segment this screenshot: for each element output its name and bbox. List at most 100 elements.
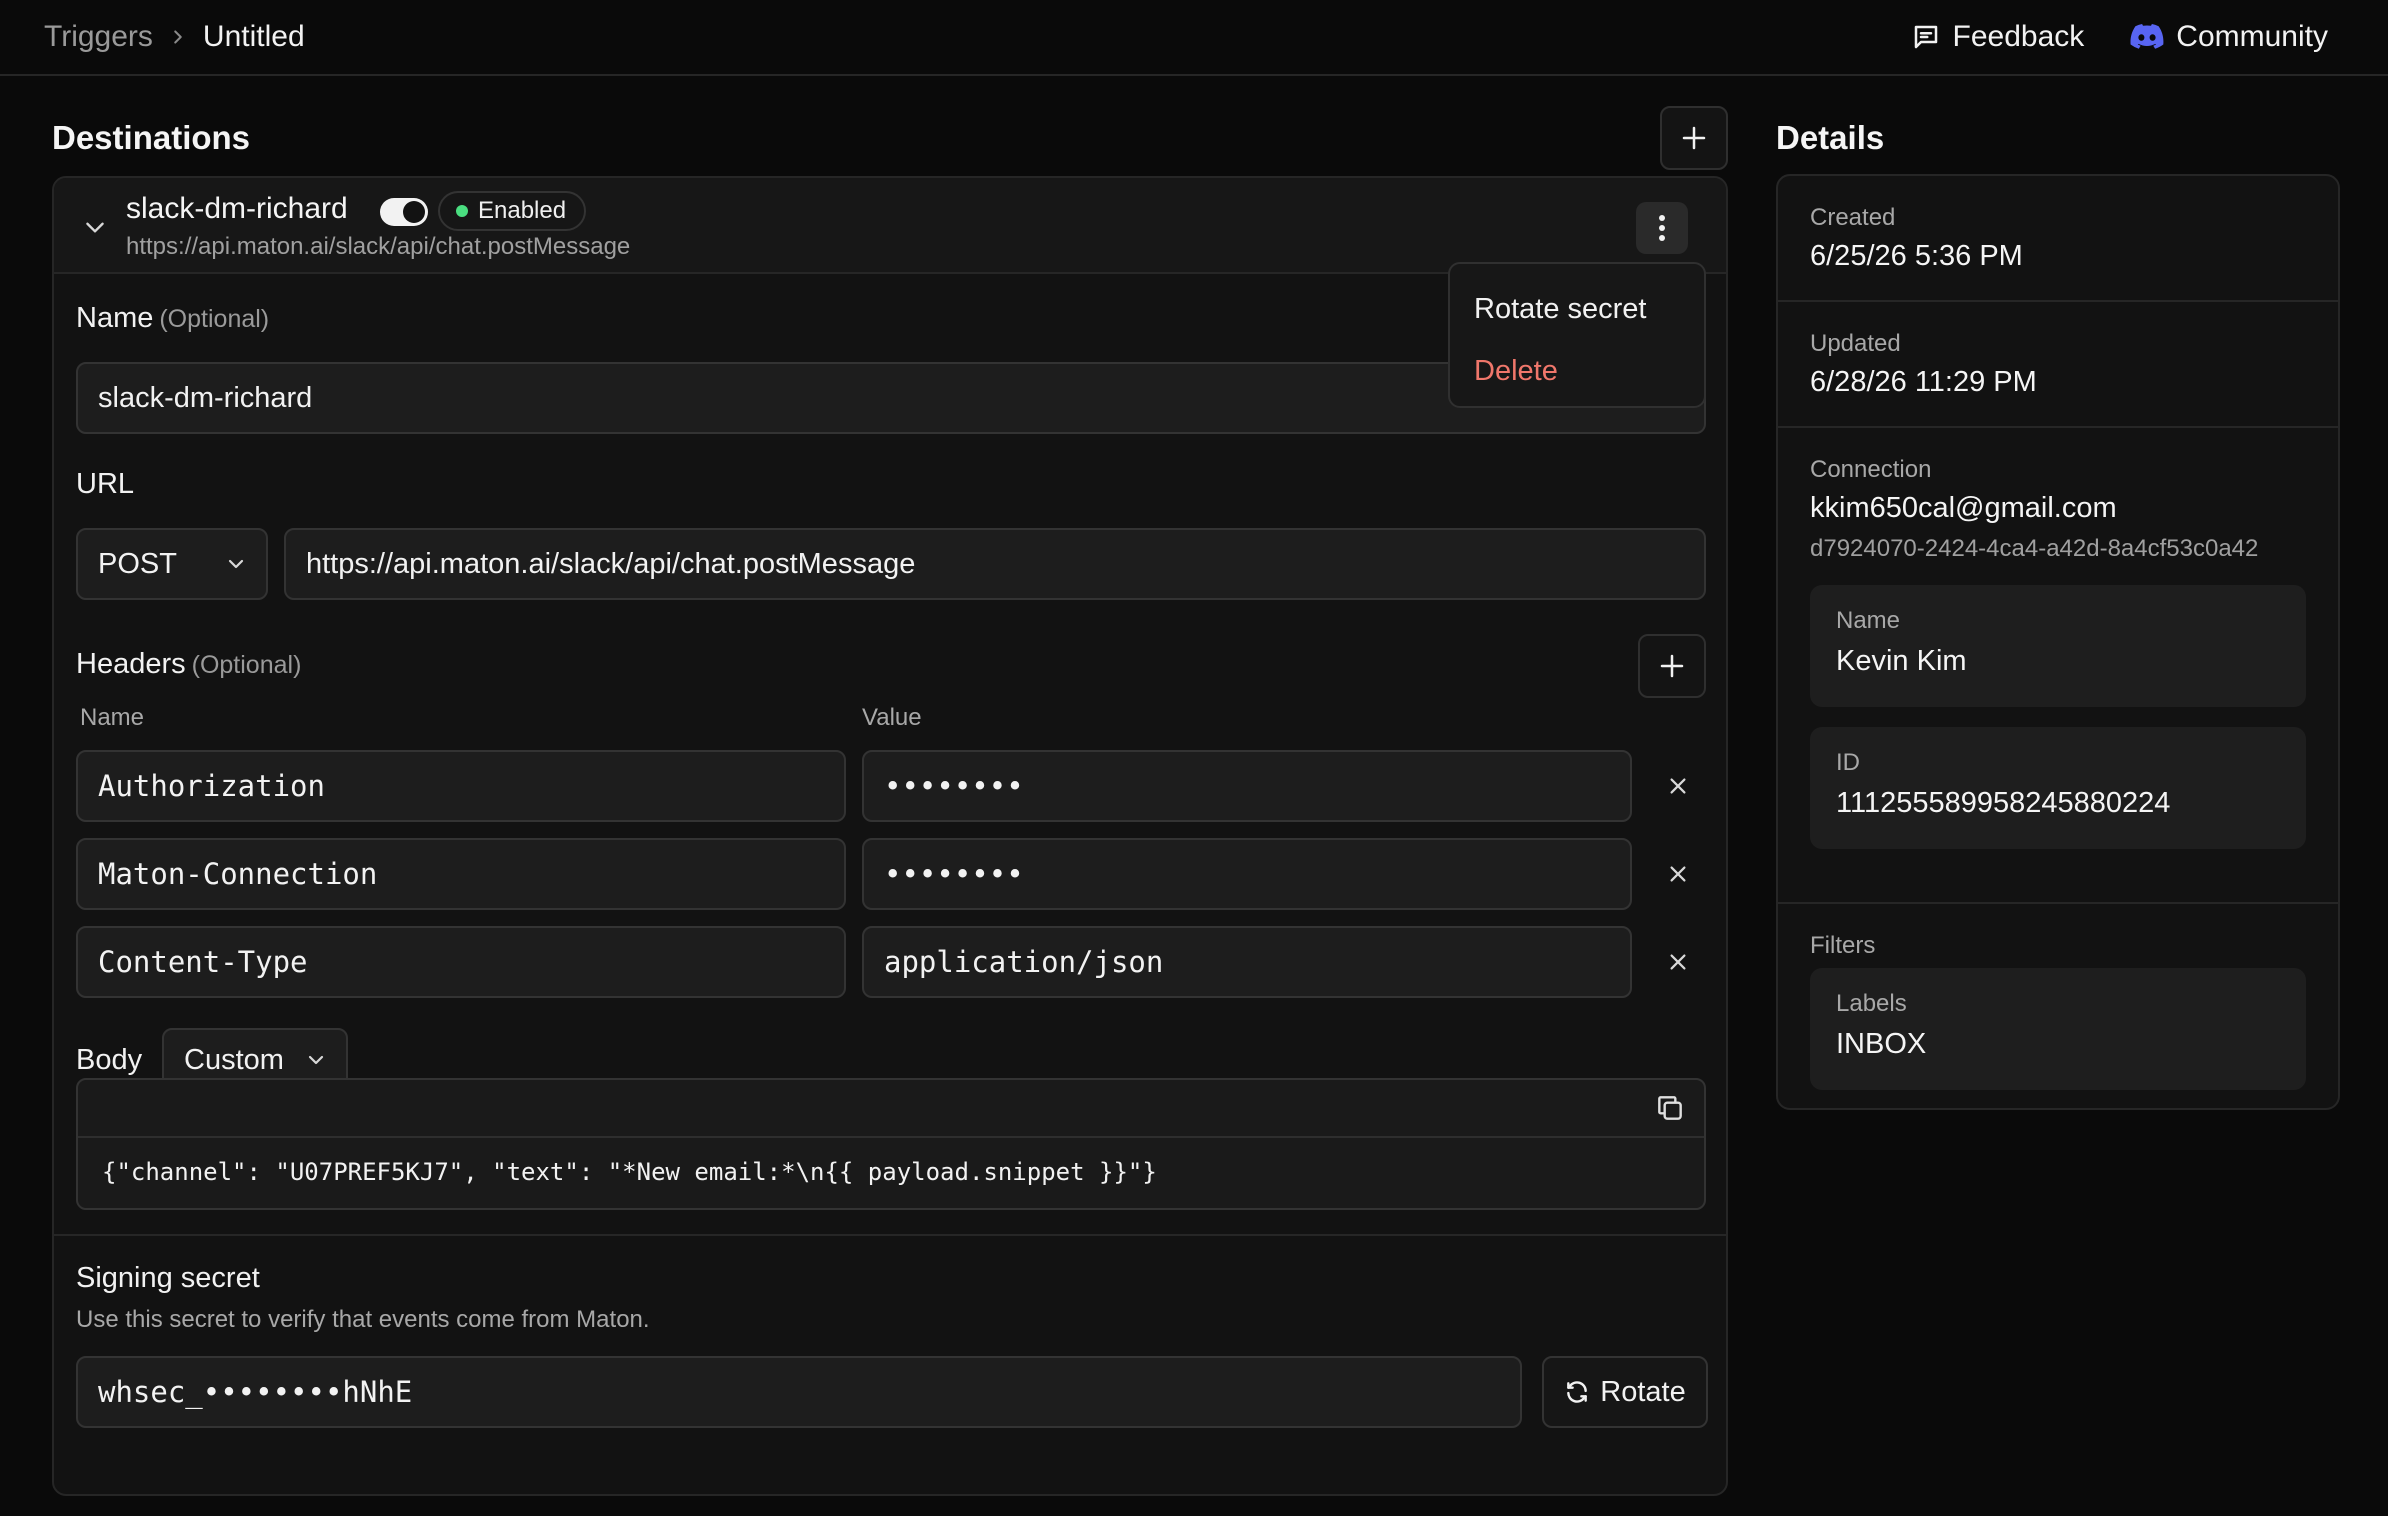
rotate-secret-menu-item[interactable]: Rotate secret — [1450, 278, 1704, 340]
close-icon — [1670, 778, 1686, 794]
method-select[interactable]: POST — [76, 528, 268, 600]
copy-icon[interactable] — [1654, 1092, 1686, 1124]
destination-menu: Rotate secret Delete — [1448, 262, 1706, 408]
signing-secret-section: Signing secret Use this secret to verify… — [54, 1234, 1726, 1496]
top-actions: Feedback Community — [1911, 20, 2328, 54]
status-dot-icon — [456, 205, 468, 217]
filters-section: Filters Labels INBOX — [1778, 904, 2338, 1104]
labels-label: Labels — [1836, 990, 1907, 1017]
enabled-toggle[interactable] — [380, 198, 428, 226]
rotate-label: Rotate — [1600, 1375, 1686, 1408]
status-badge: Enabled — [438, 191, 587, 231]
header-name-value: Content-Type — [98, 945, 308, 979]
community-link[interactable]: Community — [2130, 20, 2328, 54]
name-label-text: Name — [76, 302, 154, 334]
updated-value: 6/28/26 11:29 PM — [1810, 366, 2037, 398]
headers-label-text: Headers — [76, 648, 186, 680]
signing-secret-title: Signing secret — [76, 1262, 260, 1294]
plus-icon — [1660, 654, 1684, 678]
details-card: Created 6/25/26 5:36 PM Updated 6/28/26 … — [1776, 174, 2340, 1110]
header-value-value: application/json — [884, 945, 1164, 979]
body-code-text: {"channel": "U07PREF5KJ7", "text": "*New… — [102, 1158, 1157, 1186]
headers-label: Headers (Optional) — [76, 648, 301, 681]
connection-name-box: Name Kevin Kim — [1810, 585, 2306, 707]
chevron-down-icon — [228, 559, 244, 569]
name-label: Name (Optional) — [76, 302, 269, 335]
header-name-input[interactable]: Maton-Connection — [76, 838, 846, 910]
created-label: Created — [1810, 204, 1896, 231]
signing-secret-description: Use this secret to verify that events co… — [76, 1306, 650, 1333]
remove-header-button[interactable] — [1658, 942, 1698, 982]
close-icon — [1670, 866, 1686, 882]
updated-section: Updated 6/28/26 11:29 PM — [1778, 302, 2338, 428]
plus-icon — [1682, 126, 1706, 150]
connection-id-label: ID — [1836, 749, 1860, 776]
header-name-column: Name — [80, 704, 145, 731]
connection-name-label: Name — [1836, 607, 1901, 634]
refresh-icon — [1567, 1381, 1588, 1403]
feedback-label: Feedback — [1952, 20, 2085, 53]
close-icon — [1670, 954, 1686, 970]
destination-url: https://api.maton.ai/slack/api/chat.post… — [126, 233, 631, 260]
headers-optional: (Optional) — [191, 651, 302, 679]
created-value: 6/25/26 5:36 PM — [1810, 240, 2023, 272]
body-code-editor[interactable]: {"channel": "U07PREF5KJ7", "text": "*New… — [76, 1078, 1706, 1210]
signing-secret-input[interactable]: whsec_••••••••hNhE — [76, 1356, 1522, 1428]
created-section: Created 6/25/26 5:36 PM — [1778, 176, 2338, 302]
add-header-button[interactable] — [1638, 634, 1706, 698]
details-title: Details — [1776, 119, 1885, 156]
header-value-input[interactable]: application/json — [862, 926, 1632, 998]
breadcrumb: Triggers Untitled — [44, 20, 305, 54]
body-label: Body — [76, 1044, 143, 1076]
destination-card: slack-dm-richard Enabled https://api.mat… — [52, 176, 1728, 1496]
url-label: URL — [76, 468, 135, 500]
header-value-input[interactable]: •••••••• — [862, 838, 1632, 910]
url-input-value: https://api.maton.ai/slack/api/chat.post… — [306, 547, 916, 580]
message-square-icon — [1914, 25, 1937, 49]
details-panel: Details Created 6/25/26 5:36 PM Updated … — [1776, 76, 2340, 1516]
more-vertical-icon — [1659, 215, 1665, 241]
header-value-input[interactable]: •••••••• — [862, 750, 1632, 822]
rotate-secret-button[interactable]: Rotate — [1542, 1356, 1708, 1428]
breadcrumb-triggers[interactable]: Triggers — [44, 20, 153, 54]
remove-header-button[interactable] — [1658, 854, 1698, 894]
chevron-down-icon[interactable] — [82, 214, 108, 240]
community-label: Community — [2176, 20, 2328, 53]
feedback-link[interactable]: Feedback — [1911, 20, 2085, 54]
updated-label: Updated — [1810, 330, 1901, 357]
delete-menu-item[interactable]: Delete — [1450, 340, 1704, 402]
header-name-input[interactable]: Content-Type — [76, 926, 846, 998]
discord-icon — [2130, 24, 2164, 49]
destination-card-header[interactable]: slack-dm-richard Enabled https://api.mat… — [54, 178, 1726, 274]
header-value-value: •••••••• — [884, 769, 1024, 803]
remove-header-button[interactable] — [1658, 766, 1698, 806]
destinations-header: Destinations — [52, 106, 1728, 170]
url-input[interactable]: https://api.maton.ai/slack/api/chat.post… — [284, 528, 1706, 600]
status-label: Enabled — [478, 197, 567, 224]
header-value-value: •••••••• — [884, 857, 1024, 891]
filters-label: Filters — [1810, 932, 1876, 959]
header-value-column: Value — [862, 704, 922, 731]
connection-name-value: Kevin Kim — [1836, 645, 1967, 677]
connection-id: d7924070-2424-4ca4-a42d-8a4cf53c0a42 — [1810, 535, 2259, 562]
connection-label: Connection — [1810, 456, 1932, 483]
breadcrumb-current: Untitled — [202, 20, 305, 53]
code-toolbar — [78, 1080, 1704, 1138]
header-name-input[interactable]: Authorization — [76, 750, 846, 822]
more-options-button[interactable] — [1636, 202, 1688, 254]
labels-box: Labels INBOX — [1810, 968, 2306, 1090]
destinations-title: Destinations — [52, 119, 251, 156]
connection-email: kkim650cal@gmail.com — [1810, 492, 2117, 524]
top-bar: Triggers Untitled Feedback Community — [0, 0, 2388, 76]
name-input-value: slack-dm-richard — [98, 381, 313, 414]
labels-value: INBOX — [1836, 1028, 1927, 1060]
body-type-value: Custom — [184, 1043, 284, 1076]
add-destination-button[interactable] — [1660, 106, 1728, 170]
destination-name: slack-dm-richard — [126, 192, 348, 225]
destinations-panel: Destinations slack-dm-richard Enabled ht… — [52, 76, 1728, 1516]
chevron-right-icon — [174, 30, 182, 44]
connection-section: Connection kkim650cal@gmail.com d7924070… — [1778, 428, 2338, 904]
chevron-down-icon — [308, 1055, 324, 1065]
toggle-knob — [403, 201, 425, 223]
method-value: POST — [98, 547, 177, 580]
